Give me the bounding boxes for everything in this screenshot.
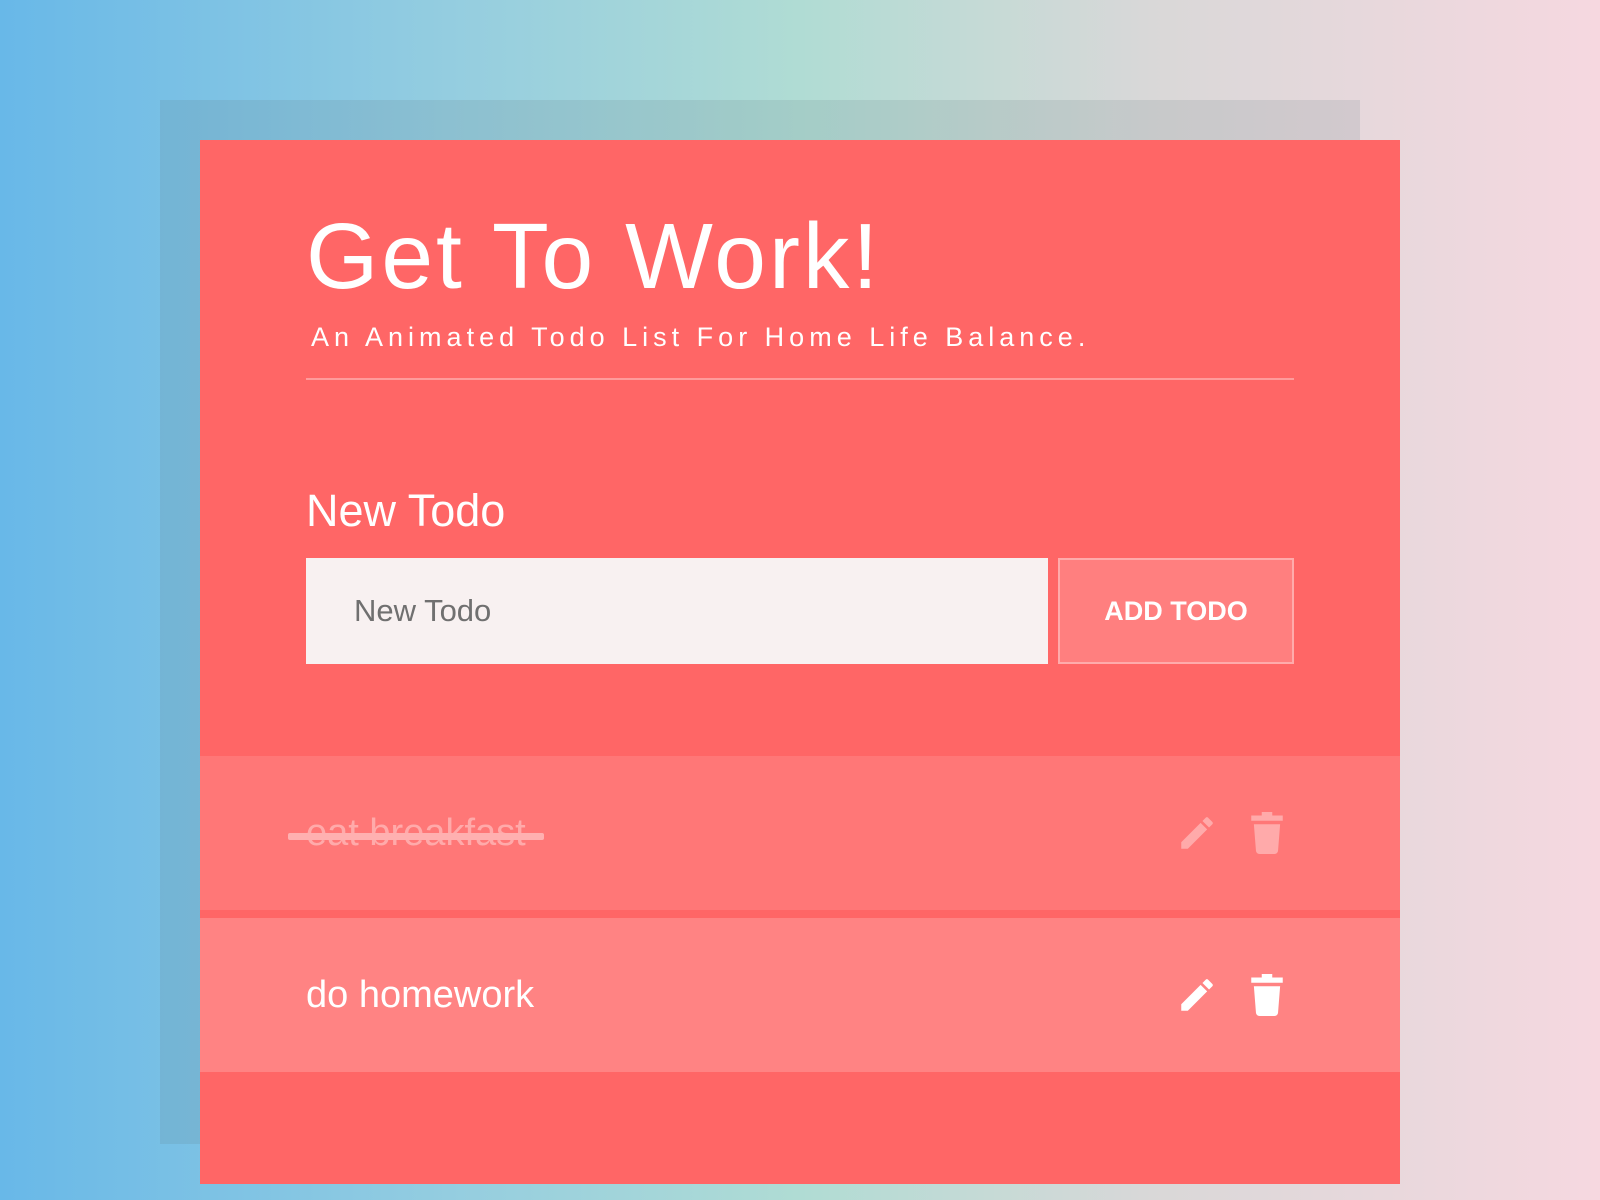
trash-icon[interactable] xyxy=(1246,974,1288,1016)
trash-icon[interactable] xyxy=(1246,812,1288,854)
todo-item-text[interactable]: do homework xyxy=(306,976,534,1014)
pencil-icon[interactable] xyxy=(1176,974,1218,1016)
todo-item: do homework xyxy=(200,918,1400,1072)
pencil-icon[interactable] xyxy=(1176,812,1218,854)
todo-list: eat breakfast do homework xyxy=(200,756,1400,1080)
todo-actions xyxy=(1176,812,1288,854)
header-divider xyxy=(306,378,1294,380)
todo-card: Get To Work! An Animated Todo List For H… xyxy=(200,140,1400,1184)
add-todo-button[interactable]: ADD TODO xyxy=(1058,558,1294,664)
new-todo-label: New Todo xyxy=(306,485,506,536)
page-title: Get To Work! xyxy=(306,204,882,308)
strikethrough-line xyxy=(288,833,544,840)
page-subtitle: An Animated Todo List For Home Life Bala… xyxy=(311,322,1091,352)
todo-item-text[interactable]: eat breakfast xyxy=(288,814,544,852)
todo-item: eat breakfast xyxy=(200,756,1400,910)
todo-actions xyxy=(1176,974,1288,1016)
new-todo-input[interactable] xyxy=(306,558,1048,664)
